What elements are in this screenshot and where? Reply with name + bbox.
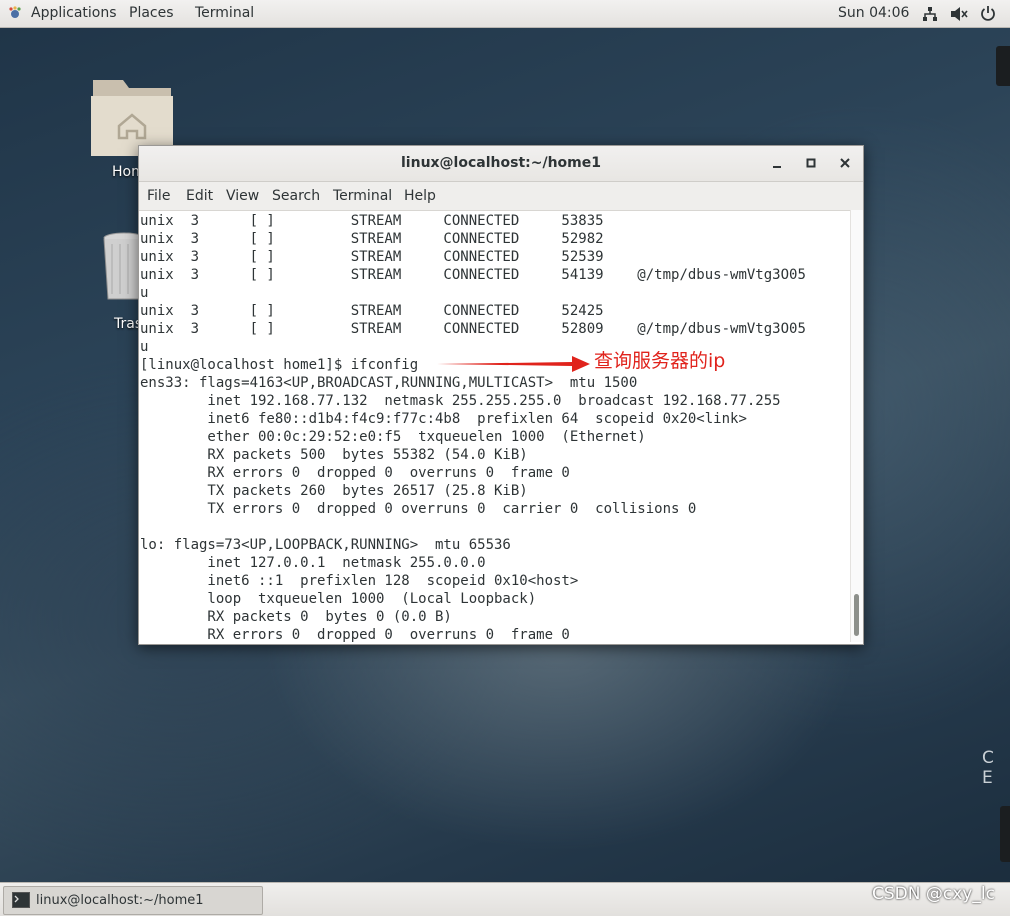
- minimize-button[interactable]: [767, 153, 787, 173]
- taskbar-terminal-button[interactable]: linux@localhost:~/home1: [3, 886, 263, 915]
- terminal-app-menu[interactable]: Terminal: [195, 5, 254, 21]
- terminal-line: unix 3 [ ] STREAM CONNECTED 52809 @/tmp/…: [140, 321, 806, 337]
- volume-icon[interactable]: [950, 6, 968, 22]
- terminal-line: RX packets 500 bytes 55382 (54.0 KiB): [140, 447, 528, 463]
- menu-edit[interactable]: Edit: [186, 188, 213, 204]
- menu-search[interactable]: Search: [272, 188, 320, 204]
- menu-terminal[interactable]: Terminal: [333, 188, 392, 204]
- terminal-line: inet6 ::1 prefixlen 128 scopeid 0x10<hos…: [140, 573, 579, 589]
- terminal-line: unix 3 [ ] STREAM CONNECTED 52982: [140, 231, 604, 247]
- terminal-line: u: [140, 339, 149, 355]
- terminal-line: inet6 fe80::d1b4:f4c9:f77c:4b8 prefixlen…: [140, 411, 747, 427]
- side-letters: C E: [982, 748, 1000, 788]
- taskbar-terminal-label: linux@localhost:~/home1: [36, 893, 204, 908]
- side-widget-top[interactable]: [996, 46, 1010, 86]
- terminal-line: RX packets 0 bytes 0 (0.0 B): [140, 609, 452, 625]
- close-button[interactable]: [835, 153, 855, 173]
- maximize-button[interactable]: [801, 153, 821, 173]
- terminal-icon: [12, 892, 30, 908]
- applications-menu[interactable]: Applications: [31, 5, 117, 21]
- terminal-line: ens33: flags=4163<UP,BROADCAST,RUNNING,M…: [140, 375, 638, 391]
- side-widget-bottom[interactable]: [1000, 806, 1010, 862]
- menu-help[interactable]: Help: [404, 188, 436, 204]
- terminal-line: lo: flags=73<UP,LOOPBACK,RUNNING> mtu 65…: [140, 537, 511, 553]
- terminal-line: inet 127.0.0.1 netmask 255.0.0.0: [140, 555, 486, 571]
- minimize-icon: [773, 166, 781, 168]
- terminal-line: [linux@localhost home1]$ ifconfig: [140, 357, 419, 373]
- terminal-line: TX packets 260 bytes 26517 (25.8 KiB): [140, 483, 528, 499]
- terminal-line: u: [140, 285, 149, 301]
- terminal-line: TX errors 0 dropped 0 overruns 0 carrier…: [140, 501, 697, 517]
- desktop-trash-icon[interactable]: Tras: [100, 230, 145, 332]
- menu-file[interactable]: File: [147, 188, 170, 204]
- top-panel: Applications Places Terminal Sun 04:06: [0, 0, 1010, 28]
- window-title: linux@localhost:~/home1: [401, 155, 601, 171]
- terminal-scrollbar[interactable]: [850, 210, 863, 642]
- terminal-line: loop txqueuelen 1000 (Local Loopback): [140, 591, 537, 607]
- annotation-text: 查询服务器的ip: [594, 350, 726, 372]
- terminal-line: RX errors 0 dropped 0 overruns 0 frame 0: [140, 465, 570, 481]
- window-titlebar[interactable]: linux@localhost:~/home1: [139, 146, 863, 182]
- terminal-output[interactable]: unix 3 [ ] STREAM CONNECTED 53835 unix 3 …: [140, 212, 850, 642]
- window-menubar: File Edit View Search Terminal Help: [139, 182, 863, 211]
- watermark: CSDN @cxy_lc: [872, 884, 995, 904]
- close-icon: [840, 158, 850, 168]
- terminal-line: unix 3 [ ] STREAM CONNECTED 52539: [140, 249, 604, 265]
- terminal-line: unix 3 [ ] STREAM CONNECTED 54139 @/tmp/…: [140, 267, 806, 283]
- maximize-icon: [806, 158, 816, 168]
- places-menu[interactable]: Places: [129, 5, 174, 21]
- network-icon[interactable]: [922, 6, 938, 22]
- terminal-line: unix 3 [ ] STREAM CONNECTED 52425: [140, 303, 604, 319]
- gnome-foot-icon: [9, 6, 21, 18]
- menu-view[interactable]: View: [226, 188, 259, 204]
- scrollbar-thumb[interactable]: [854, 594, 859, 636]
- terminal-line: unix 3 [ ] STREAM CONNECTED 53835: [140, 213, 604, 229]
- terminal-line: ether 00:0c:29:52:e0:f5 txqueuelen 1000 …: [140, 429, 646, 445]
- terminal-window[interactable]: linux@localhost:~/home1 File Edit View S…: [138, 145, 864, 645]
- trash-icon: [103, 232, 145, 300]
- terminal-line: RX errors 0 dropped 0 overruns 0 frame 0: [140, 627, 570, 642]
- bottom-panel: linux@localhost:~/home1: [0, 882, 1010, 916]
- terminal-line: inet 192.168.77.132 netmask 255.255.255.…: [140, 393, 781, 409]
- clock[interactable]: Sun 04:06: [838, 5, 909, 21]
- power-icon[interactable]: [980, 5, 996, 21]
